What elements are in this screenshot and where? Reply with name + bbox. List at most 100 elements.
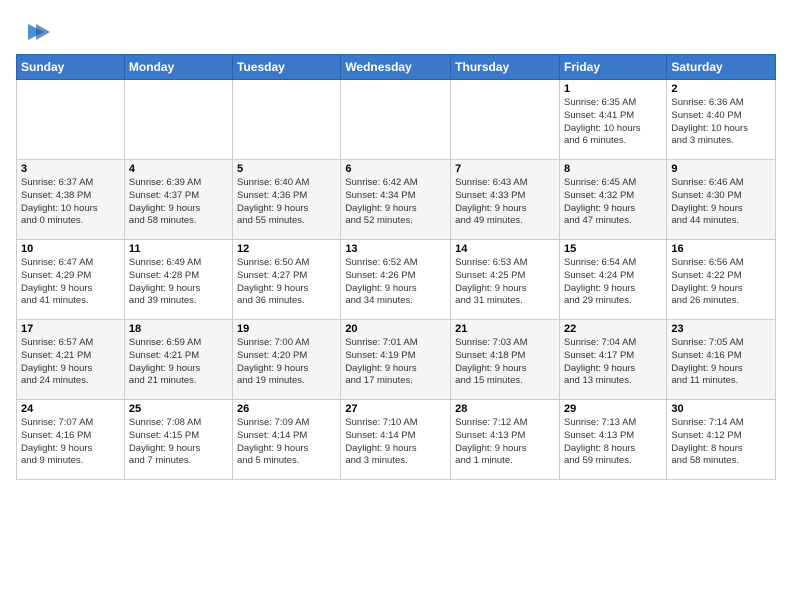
header (16, 12, 776, 48)
calendar-cell: 13 Sunrise: 6:52 AM Sunset: 4:26 PM Dayli… (341, 240, 451, 320)
day-info: Sunrise: 7:03 AM Sunset: 4:18 PM Dayligh… (455, 337, 555, 388)
day-number: 19 (237, 323, 336, 335)
calendar-cell: 20Sunrise: 7:01 AM Sunset: 4:19 PM Dayli… (341, 320, 451, 400)
calendar-cell (17, 80, 125, 160)
day-info: Sunrise: 6:54 AM Sunset: 4:24 PM Dayligh… (564, 257, 662, 308)
day-info: Sunrise: 6:46 AM Sunset: 4:30 PM Dayligh… (671, 177, 771, 228)
day-number: 8 (564, 163, 662, 175)
calendar-cell: 19 Sunrise: 7:00 AM Sunset: 4:20 PM Dayli… (233, 320, 341, 400)
calendar-cell (233, 80, 341, 160)
day-info: Sunrise: 7:14 AM Sunset: 4:12 PM Dayligh… (671, 417, 771, 468)
weekday-header: Saturday (667, 55, 776, 80)
weekday-header: Sunday (17, 55, 125, 80)
calendar-cell: 6 Sunrise: 6:42 AM Sunset: 4:34 PM Daylig… (341, 160, 451, 240)
calendar-table: SundayMondayTuesdayWednesdayThursdayFrid… (16, 54, 776, 480)
day-info: Sunrise: 7:08 AM Sunset: 4:15 PM Dayligh… (129, 417, 228, 468)
day-number: 10 (21, 243, 120, 255)
calendar-week-row: 10 Sunrise: 6:47 AM Sunset: 4:29 PM Dayli… (17, 240, 776, 320)
day-number: 23 (671, 323, 771, 335)
weekday-header: Wednesday (341, 55, 451, 80)
day-info: Sunrise: 7:07 AM Sunset: 4:16 PM Dayligh… (21, 417, 120, 468)
day-number: 17 (21, 323, 120, 335)
day-number: 6 (345, 163, 446, 175)
day-info: Sunrise: 6:53 AM Sunset: 4:25 PM Dayligh… (455, 257, 555, 308)
day-number: 12 (237, 243, 336, 255)
calendar-cell: 27 Sunrise: 7:10 AM Sunset: 4:14 PM Dayli… (341, 400, 451, 480)
day-info: Sunrise: 6:45 AM Sunset: 4:32 PM Dayligh… (564, 177, 662, 228)
day-info: Sunrise: 6:35 AM Sunset: 4:41 PM Dayligh… (564, 97, 662, 148)
calendar-cell: 17 Sunrise: 6:57 AM Sunset: 4:21 PM Dayli… (17, 320, 125, 400)
day-number: 4 (129, 163, 228, 175)
day-info: Sunrise: 7:09 AM Sunset: 4:14 PM Dayligh… (237, 417, 336, 468)
day-number: 13 (345, 243, 446, 255)
day-number: 15 (564, 243, 662, 255)
calendar-cell: 1 Sunrise: 6:35 AM Sunset: 4:41 PM Daylig… (559, 80, 666, 160)
day-info: Sunrise: 6:47 AM Sunset: 4:29 PM Dayligh… (21, 257, 120, 308)
calendar-cell: 16Sunrise: 6:56 AM Sunset: 4:22 PM Dayli… (667, 240, 776, 320)
calendar-cell: 11 Sunrise: 6:49 AM Sunset: 4:28 PM Dayli… (124, 240, 232, 320)
calendar-cell (341, 80, 451, 160)
calendar-week-row: 1 Sunrise: 6:35 AM Sunset: 4:41 PM Daylig… (17, 80, 776, 160)
day-info: Sunrise: 6:57 AM Sunset: 4:21 PM Dayligh… (21, 337, 120, 388)
calendar-cell: 24 Sunrise: 7:07 AM Sunset: 4:16 PM Dayli… (17, 400, 125, 480)
calendar-cell: 8 Sunrise: 6:45 AM Sunset: 4:32 PM Daylig… (559, 160, 666, 240)
day-info: Sunrise: 6:36 AM Sunset: 4:40 PM Dayligh… (671, 97, 771, 148)
weekday-header: Thursday (451, 55, 560, 80)
calendar-cell: 30 Sunrise: 7:14 AM Sunset: 4:12 PM Dayli… (667, 400, 776, 480)
day-number: 9 (671, 163, 771, 175)
calendar-cell: 22Sunrise: 7:04 AM Sunset: 4:17 PM Dayli… (559, 320, 666, 400)
calendar-cell: 21 Sunrise: 7:03 AM Sunset: 4:18 PM Dayli… (451, 320, 560, 400)
day-info: Sunrise: 6:56 AM Sunset: 4:22 PM Dayligh… (671, 257, 771, 308)
day-info: Sunrise: 6:49 AM Sunset: 4:28 PM Dayligh… (129, 257, 228, 308)
day-number: 1 (564, 83, 662, 95)
day-number: 26 (237, 403, 336, 415)
day-info: Sunrise: 6:50 AM Sunset: 4:27 PM Dayligh… (237, 257, 336, 308)
calendar-cell: 25 Sunrise: 7:08 AM Sunset: 4:15 PM Dayli… (124, 400, 232, 480)
day-number: 29 (564, 403, 662, 415)
day-number: 21 (455, 323, 555, 335)
calendar-cell: 2 Sunrise: 6:36 AM Sunset: 4:40 PM Daylig… (667, 80, 776, 160)
day-info: Sunrise: 6:37 AM Sunset: 4:38 PM Dayligh… (21, 177, 120, 228)
day-info: Sunrise: 7:12 AM Sunset: 4:13 PM Dayligh… (455, 417, 555, 468)
day-number: 7 (455, 163, 555, 175)
day-info: Sunrise: 6:42 AM Sunset: 4:34 PM Dayligh… (345, 177, 446, 228)
calendar-cell (451, 80, 560, 160)
day-info: Sunrise: 6:52 AM Sunset: 4:26 PM Dayligh… (345, 257, 446, 308)
weekday-header: Friday (559, 55, 666, 80)
logo-icon (18, 16, 50, 48)
day-number: 27 (345, 403, 446, 415)
calendar-cell: 14 Sunrise: 6:53 AM Sunset: 4:25 PM Dayli… (451, 240, 560, 320)
day-number: 22 (564, 323, 662, 335)
day-info: Sunrise: 6:39 AM Sunset: 4:37 PM Dayligh… (129, 177, 228, 228)
day-info: Sunrise: 7:10 AM Sunset: 4:14 PM Dayligh… (345, 417, 446, 468)
day-number: 14 (455, 243, 555, 255)
calendar-header-row: SundayMondayTuesdayWednesdayThursdayFrid… (17, 55, 776, 80)
calendar-cell: 23 Sunrise: 7:05 AM Sunset: 4:16 PM Dayli… (667, 320, 776, 400)
calendar-week-row: 17 Sunrise: 6:57 AM Sunset: 4:21 PM Dayli… (17, 320, 776, 400)
day-number: 18 (129, 323, 228, 335)
calendar-cell: 18Sunrise: 6:59 AM Sunset: 4:21 PM Dayli… (124, 320, 232, 400)
calendar-cell: 15 Sunrise: 6:54 AM Sunset: 4:24 PM Dayli… (559, 240, 666, 320)
calendar-cell: 4 Sunrise: 6:39 AM Sunset: 4:37 PM Daylig… (124, 160, 232, 240)
calendar-cell (124, 80, 232, 160)
day-number: 24 (21, 403, 120, 415)
logo (16, 16, 50, 48)
day-number: 25 (129, 403, 228, 415)
calendar-cell: 10 Sunrise: 6:47 AM Sunset: 4:29 PM Dayli… (17, 240, 125, 320)
day-info: Sunrise: 7:05 AM Sunset: 4:16 PM Dayligh… (671, 337, 771, 388)
day-number: 2 (671, 83, 771, 95)
day-number: 30 (671, 403, 771, 415)
weekday-header: Tuesday (233, 55, 341, 80)
page-container: SundayMondayTuesdayWednesdayThursdayFrid… (0, 0, 792, 488)
day-number: 11 (129, 243, 228, 255)
logo-text (16, 16, 50, 48)
calendar-cell: 26 Sunrise: 7:09 AM Sunset: 4:14 PM Dayli… (233, 400, 341, 480)
day-info: Sunrise: 7:01 AM Sunset: 4:19 PM Dayligh… (345, 337, 446, 388)
day-info: Sunrise: 6:43 AM Sunset: 4:33 PM Dayligh… (455, 177, 555, 228)
calendar-week-row: 3Sunrise: 6:37 AM Sunset: 4:38 PM Daylig… (17, 160, 776, 240)
day-number: 28 (455, 403, 555, 415)
calendar-cell: 28 Sunrise: 7:12 AM Sunset: 4:13 PM Dayli… (451, 400, 560, 480)
day-number: 5 (237, 163, 336, 175)
weekday-header: Monday (124, 55, 232, 80)
day-info: Sunrise: 7:00 AM Sunset: 4:20 PM Dayligh… (237, 337, 336, 388)
